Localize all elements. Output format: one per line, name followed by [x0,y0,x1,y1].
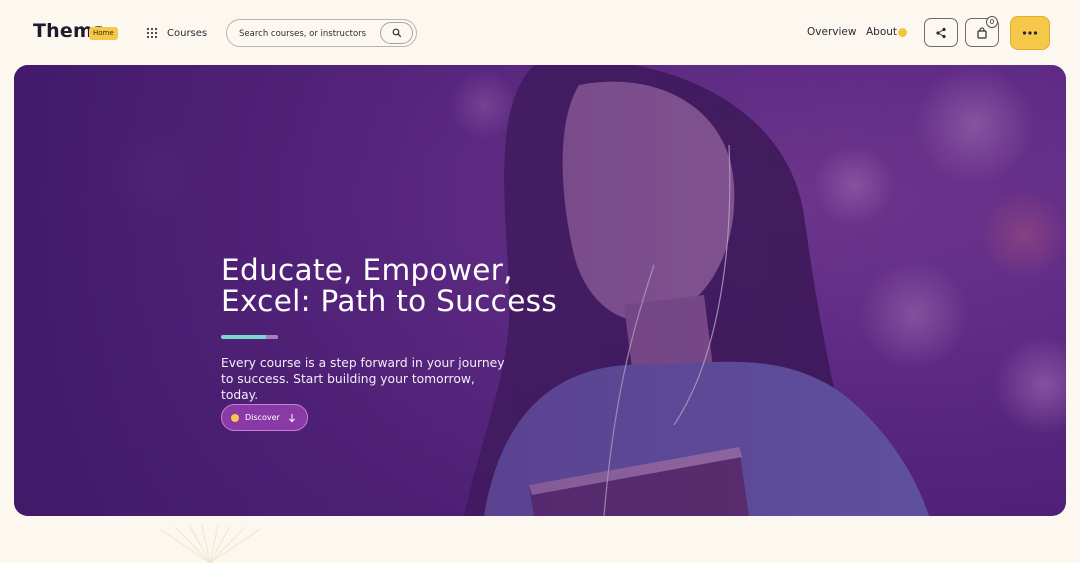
home-badge[interactable]: Home [89,27,118,40]
hero-title-line-2: Excel: Path to Success [221,284,557,318]
share-icon [936,27,946,38]
hero-description: Every course is a step forward in your j… [221,356,505,402]
share-button[interactable] [924,18,958,47]
hero-title-line-1: Educate, Empower, [221,253,513,287]
more-menu-button[interactable] [1010,16,1050,50]
shopping-bag-icon [977,26,987,39]
hero-banner: Educate, Empower, Excel: Path to Success… [14,65,1066,516]
top-navbar: Thema Home Courses Overview About [0,0,1080,66]
status-dot [898,28,907,37]
search-input[interactable] [239,26,379,41]
grid-icon [146,27,158,39]
dot-icon [231,414,239,422]
search-bar [226,19,417,47]
nav-about[interactable]: About [866,26,897,38]
nav-overview[interactable]: Overview [807,26,856,38]
accent-divider-tail [266,335,278,339]
accent-divider [221,335,278,339]
more-horizontal-icon [1022,31,1038,35]
discover-label: Discover [245,413,280,422]
courses-menu-button[interactable]: Courses [146,24,207,42]
search-icon [392,28,401,38]
sun-rays-decoration [159,525,261,563]
arrow-down-icon [288,414,296,423]
courses-label: Courses [167,27,208,39]
search-button[interactable] [380,22,413,44]
cart-count-badge: 0 [986,16,998,28]
hero-title: Educate, Empower, Excel: Path to Success [221,255,641,317]
discover-button[interactable]: Discover [221,404,308,431]
